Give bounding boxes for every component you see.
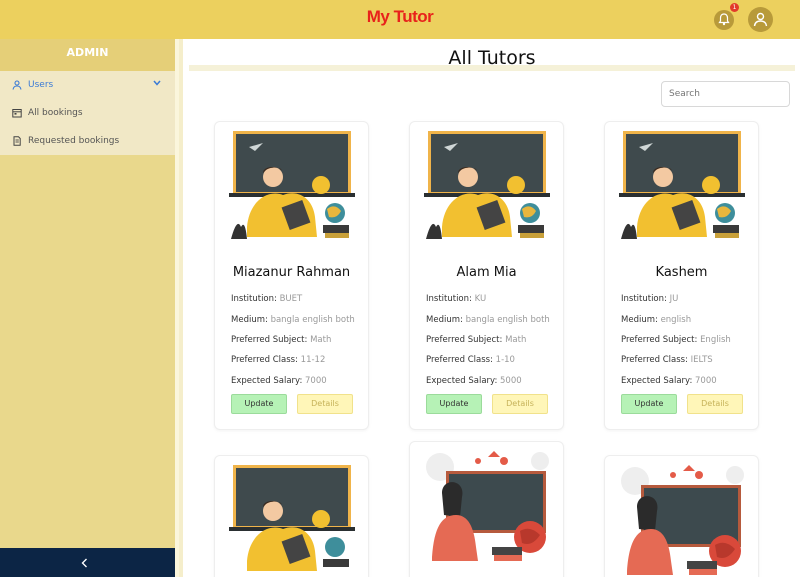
user-avatar-icon[interactable]: [748, 7, 773, 32]
sidebar-item-label: Users: [28, 80, 54, 90]
field-label: Preferred Class:: [621, 355, 688, 365]
tutor-illustration-teacher: [229, 465, 355, 571]
sidebar-item-label: All bookings: [28, 108, 83, 118]
field-value: Math: [310, 335, 332, 345]
tutor-class: Preferred Class: 11-12: [231, 355, 325, 365]
field-value: english: [660, 315, 692, 325]
field-value: 7000: [305, 376, 327, 386]
calendar-icon: [12, 109, 22, 118]
field-label: Medium:: [621, 315, 658, 325]
field-label: Preferred Subject:: [621, 335, 698, 345]
field-value: BUET: [279, 294, 303, 304]
tutor-illustration-woman-teacher: [426, 451, 549, 561]
details-button[interactable]: Details: [297, 394, 353, 414]
details-button[interactable]: Details: [492, 394, 548, 414]
field-label: Preferred Subject:: [231, 335, 308, 345]
sidebar-item-label: Requested bookings: [28, 136, 120, 146]
sidebar-title: ADMIN: [0, 39, 175, 71]
chevron-down-icon[interactable]: [153, 80, 161, 86]
field-value: JU: [669, 294, 679, 304]
tutor-illustration-woman-teacher: [621, 465, 744, 575]
tutor-subject: Preferred Subject: Math: [426, 335, 526, 345]
top-bar: My Tutor 1: [0, 0, 800, 39]
document-icon: [13, 136, 21, 146]
tutor-medium: Medium: bangla english both: [231, 315, 355, 325]
notification-count-badge: 1: [730, 3, 739, 12]
update-button[interactable]: Update: [426, 394, 482, 414]
chevron-left-icon: [81, 558, 87, 568]
tutor-card: [409, 441, 564, 577]
tutor-salary: Expected Salary: 5000: [426, 376, 522, 386]
tutor-illustration-teacher: [229, 131, 355, 239]
field-label: Preferred Class:: [231, 355, 298, 365]
tutor-institution: Institution: KU: [426, 294, 486, 304]
tutor-card: [604, 455, 759, 577]
field-value: KU: [474, 294, 487, 304]
field-value: 5000: [500, 376, 522, 386]
details-button[interactable]: Details: [687, 394, 743, 414]
tutor-name: Alam Mia: [456, 265, 517, 280]
field-value: 11-12: [300, 355, 326, 365]
tutor-institution: Institution: BUET: [231, 294, 302, 304]
search-input[interactable]: [661, 81, 790, 107]
page-title: All Tutors: [448, 47, 536, 69]
tutor-salary: Expected Salary: 7000: [621, 376, 717, 386]
tutor-card: Kashem Institution: JU Medium: english P…: [604, 121, 759, 430]
update-button[interactable]: Update: [231, 394, 287, 414]
field-label: Expected Salary:: [426, 376, 498, 386]
notification-bell-icon[interactable]: [714, 10, 734, 30]
field-label: Institution:: [621, 294, 667, 304]
field-label: Preferred Subject:: [426, 335, 503, 345]
field-label: Medium:: [231, 315, 268, 325]
tutor-class: Preferred Class: 1-10: [426, 355, 515, 365]
field-label: Expected Salary:: [621, 376, 693, 386]
page-title-bar: All Tutors: [189, 45, 795, 71]
brand-logo[interactable]: My Tutor: [0, 7, 800, 27]
field-value: 1-10: [495, 355, 515, 365]
update-button[interactable]: Update: [621, 394, 677, 414]
tutor-illustration-teacher: [424, 131, 550, 239]
tutor-card: Miazanur Rahman Institution: BUET Medium…: [214, 121, 369, 430]
main-content: All Tutors Miazanur Rahman Institution: …: [179, 39, 800, 577]
tutor-subject: Preferred Subject: English: [621, 335, 731, 345]
sidebar-item-all-bookings[interactable]: All bookings: [0, 99, 175, 127]
tutor-medium: Medium: english: [621, 315, 691, 325]
tutor-subject: Preferred Subject: Math: [231, 335, 331, 345]
field-value: 7000: [695, 376, 717, 386]
tutor-illustration-teacher: [619, 131, 745, 239]
tutor-salary: Expected Salary: 7000: [231, 376, 327, 386]
sidebar-item-users[interactable]: Users: [0, 71, 175, 99]
field-value: English: [700, 335, 731, 345]
tutor-institution: Institution: JU: [621, 294, 678, 304]
sidebar-users-group: Users All bookings Requested bookings: [0, 71, 175, 155]
tutor-card: Alam Mia Institution: KU Medium: bangla …: [409, 121, 564, 430]
field-value: bangla english both: [270, 315, 355, 325]
user-icon: [12, 80, 22, 90]
field-label: Institution:: [426, 294, 472, 304]
tutor-name: Miazanur Rahman: [232, 265, 351, 280]
sidebar-collapse-button[interactable]: [0, 548, 175, 577]
field-label: Medium:: [426, 315, 463, 325]
sidebar: ADMIN Users All bookings Requested booki…: [0, 39, 175, 577]
field-label: Preferred Class:: [426, 355, 493, 365]
sidebar-item-requested-bookings[interactable]: Requested bookings: [0, 127, 175, 155]
tutor-card: [214, 455, 369, 577]
field-label: Institution:: [231, 294, 277, 304]
field-value: Math: [505, 335, 527, 345]
tutor-medium: Medium: bangla english both: [426, 315, 550, 325]
tutor-class: Preferred Class: IELTS: [621, 355, 713, 365]
field-value: bangla english both: [465, 315, 550, 325]
field-value: IELTS: [690, 355, 713, 365]
field-label: Expected Salary:: [231, 376, 303, 386]
tutor-name: Kashem: [655, 265, 708, 280]
